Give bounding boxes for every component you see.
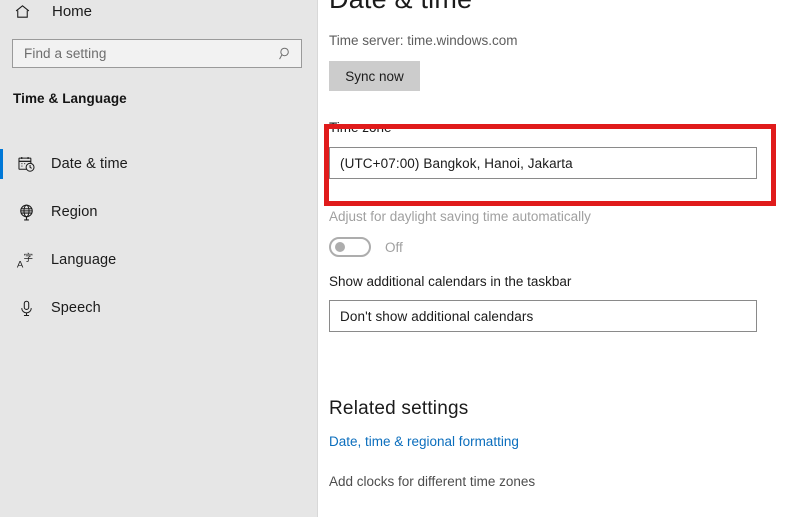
settings-window: Home Find a setting Time & Language Date… [0,0,785,517]
selection-indicator [0,197,3,227]
additional-calendars-label: Show additional calendars in the taskbar [329,274,572,289]
home-icon [14,3,44,20]
sidebar-item-date-time[interactable]: Date & time [0,140,318,188]
selection-indicator [0,245,3,275]
related-settings-title: Related settings [329,398,469,419]
time-zone-label: Time zone [329,120,392,135]
search-input[interactable]: Find a setting [12,39,302,68]
sidebar-category-title: Time & Language [13,91,127,106]
daylight-saving-label: Adjust for daylight saving time automati… [329,209,591,224]
sync-now-button[interactable]: Sync now [329,61,420,91]
toggle-knob [335,242,345,252]
daylight-saving-toggle[interactable] [329,237,371,257]
main-content: Date & time Time server: time.windows.co… [318,0,785,517]
sidebar-item-speech[interactable]: Speech [0,284,318,332]
daylight-saving-toggle-row: Off [329,237,403,257]
time-zone-dropdown[interactable]: (UTC+07:00) Bangkok, Hanoi, Jakarta [329,147,757,179]
time-server-text: Time server: time.windows.com [329,33,518,48]
additional-calendars-dropdown[interactable]: Don't show additional calendars [329,300,757,332]
sidebar: Home Find a setting Time & Language Date… [0,0,318,517]
time-zone-value: (UTC+07:00) Bangkok, Hanoi, Jakarta [340,155,573,171]
search-icon[interactable] [278,46,293,61]
selection-indicator [0,149,3,179]
additional-calendars-value: Don't show additional calendars [340,308,534,324]
microphone-icon [14,296,38,320]
search-placeholder: Find a setting [24,46,107,61]
related-settings-link[interactable]: Date, time & regional formatting [329,434,519,449]
related-settings-text: Add clocks for different time zones [329,474,536,489]
sidebar-item-home[interactable]: Home [0,0,318,30]
sidebar-item-speech-label: Speech [51,300,101,316]
sidebar-item-region[interactable]: Region [0,188,318,236]
sidebar-item-language[interactable]: A 字 Language [0,236,318,284]
selection-indicator [0,293,3,323]
sidebar-nav-list: Date & time Region A 字 Language Speech [0,140,318,332]
language-icon: A 字 [14,248,38,272]
daylight-saving-state: Off [385,239,403,255]
sidebar-item-region-label: Region [51,204,98,220]
page-title: Date & time [329,0,472,15]
svg-text:字: 字 [23,251,33,263]
sidebar-item-date-time-label: Date & time [51,156,128,172]
calendar-clock-icon [14,152,38,176]
globe-icon [14,200,38,224]
sidebar-item-home-label: Home [52,2,93,20]
sidebar-item-language-label: Language [51,252,117,268]
